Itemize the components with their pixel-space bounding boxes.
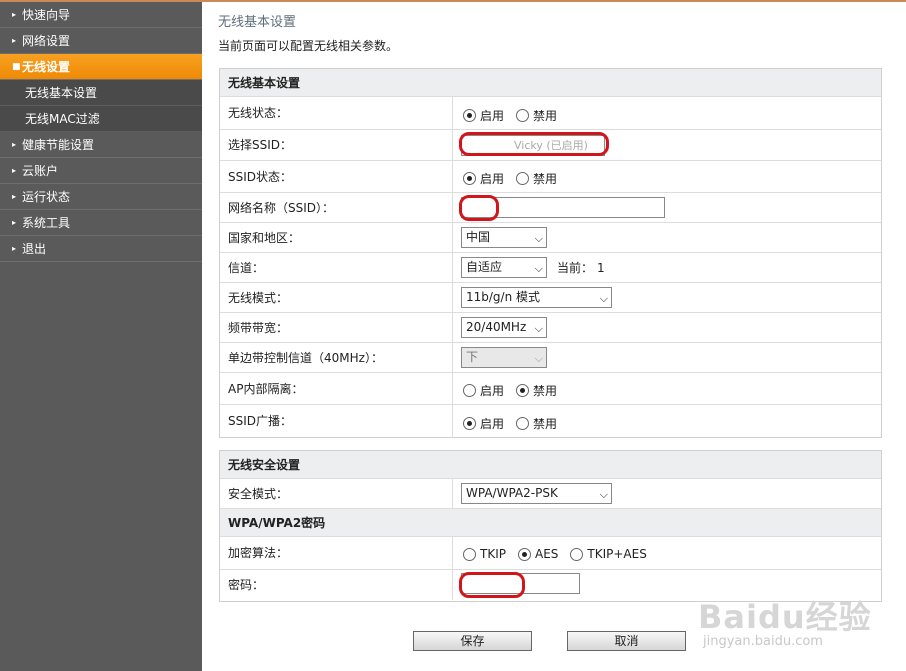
wireless-mode-select[interactable]: 11b/g/n 模式 ⌵ (461, 287, 612, 308)
field-label: 单边带控制信道（40MHz）： (228, 351, 383, 365)
sidebar-item-network[interactable]: ▸ 网络设置 (0, 28, 202, 54)
cipher-tkip-aes-radio[interactable] (570, 547, 584, 561)
chevron-down-icon: ⌵ (534, 322, 543, 335)
row-select-ssid: 选择SSID： Vicky (已启用) (220, 130, 881, 161)
field-label: 国家和地区： (228, 231, 301, 245)
field-label: 网络名称（SSID）： (228, 201, 335, 215)
current-channel-label: 当前： (557, 261, 594, 275)
sidebar-subitem-wireless-basic[interactable]: 无线基本设置 (0, 80, 202, 106)
sidebar-item-power-saving[interactable]: ▸ 健康节能设置 (0, 132, 202, 158)
field-label: 信道： (228, 261, 265, 275)
wireless-disable-radio[interactable] (516, 109, 530, 122)
row-security-mode: 安全模式： WPA/WPA2-PSK ⌵ (220, 479, 881, 509)
field-label: AP内部隔离： (228, 382, 304, 396)
arrow-right-icon: ▸ (12, 10, 17, 19)
wireless-enable-radio[interactable] (463, 109, 476, 122)
field-label: SSID广播： (228, 414, 293, 428)
row-channel: 信道： 自适应 ⌵ 当前： 1 (220, 253, 881, 283)
arrow-right-icon: ▸ (12, 244, 17, 253)
sidebar-item-wireless[interactable]: ■ 无线设置 (0, 54, 202, 80)
cancel-button[interactable]: 取消 (567, 631, 686, 651)
watermark: Baidu经验 jingyan.baidu.com (695, 592, 895, 662)
panel-header: 无线安全设置 (220, 451, 881, 479)
field-label: 安全模式： (228, 487, 289, 501)
save-button[interactable]: 保存 (413, 631, 532, 651)
ssid-disable-radio[interactable] (516, 172, 530, 185)
page-title: 无线基本设置 (218, 15, 297, 30)
square-bullet-icon: ■ (12, 62, 21, 72)
sidebar-item-status[interactable]: ▸ 运行状态 (0, 184, 202, 210)
wireless-basic-panel: 无线基本设置 无线状态： 启用 禁用 选择SSID： Vicky (已启用) S… (219, 68, 882, 438)
country-select[interactable]: 中国 ⌵ (461, 227, 547, 248)
row-wireless-status: 无线状态： 启用 禁用 (220, 97, 881, 130)
row-ssid-name: 网络名称（SSID）： (220, 193, 881, 223)
chevron-down-icon: ⌵ (599, 292, 608, 305)
watermark-url: jingyan.baidu.com (703, 634, 823, 649)
watermark-logo: Baidu经验 (698, 598, 872, 636)
current-channel-value: 1 (597, 261, 605, 275)
field-label: 选择SSID： (228, 138, 293, 152)
sidebar-item-system-tools[interactable]: ▸ 系统工具 (0, 210, 202, 236)
sidebar-subitem-mac-filter[interactable]: 无线MAC过滤 (0, 106, 202, 132)
arrow-right-icon: ▸ (12, 140, 17, 149)
sidebar-item-cloud-account[interactable]: ▸ 云账户 (0, 158, 202, 184)
arrow-right-icon: ▸ (12, 192, 17, 201)
row-bandwidth: 频带带宽： 20/40MHz ⌵ (220, 313, 881, 343)
field-label: 无线状态： (228, 106, 289, 120)
ssid-enable-radio[interactable] (463, 172, 476, 185)
sidebar: ▸ 快速向导 ▸ 网络设置 ■ 无线设置 无线基本设置 无线MAC过滤 ▸ 健康节能设置… (0, 2, 202, 671)
cipher-tkip-radio[interactable] (463, 547, 476, 561)
field-label: 频带带宽： (228, 321, 289, 335)
row-ssid-broadcast: SSID广播： 启用 禁用 (220, 405, 881, 438)
field-label: 加密算法： (228, 546, 289, 560)
security-mode-select[interactable]: WPA/WPA2-PSK ⌵ (461, 483, 612, 504)
channel-select[interactable]: 自适应 ⌵ (461, 257, 547, 278)
chevron-down-icon: ⌵ (599, 488, 608, 501)
annotation-circle (459, 572, 525, 598)
row-country: 国家和地区： 中国 ⌵ (220, 223, 881, 253)
annotation-circle (459, 195, 499, 221)
annotation-circle (459, 132, 609, 156)
field-label: SSID状态： (228, 170, 293, 184)
field-label: 密码： (228, 578, 265, 592)
arrow-right-icon: ▸ (12, 166, 17, 175)
row-sideband: 单边带控制信道（40MHz）： 下 ⌵ (220, 343, 881, 373)
arrow-right-icon: ▸ (12, 218, 17, 227)
sidebar-item-quick-guide[interactable]: ▸ 快速向导 (0, 2, 202, 28)
sideband-select[interactable]: 下 ⌵ (461, 347, 547, 368)
field-label: 无线模式： (228, 291, 289, 305)
bandwidth-select[interactable]: 20/40MHz ⌵ (461, 317, 547, 338)
arrow-right-icon: ▸ (12, 36, 17, 45)
sidebar-item-logout[interactable]: ▸ 退出 (0, 236, 202, 262)
panel-subheader: WPA/WPA2密码 (220, 509, 881, 537)
main-content: 无线基本设置 当前页面可以配置无线相关参数。 无线基本设置 无线状态： 启用 禁… (202, 2, 906, 671)
wireless-security-panel: 无线安全设置 安全模式： WPA/WPA2-PSK ⌵ WPA/WPA2密码 加密… (219, 450, 882, 602)
row-ssid-status: SSID状态： 启用 禁用 (220, 161, 881, 193)
row-ap-isolation: AP内部隔离： 启用 禁用 (220, 373, 881, 405)
broadcast-disable-radio[interactable] (516, 417, 530, 430)
page-description: 当前页面可以配置无线相关参数。 (218, 39, 399, 53)
ap-isolation-enable-radio[interactable] (463, 384, 476, 397)
row-wireless-mode: 无线模式： 11b/g/n 模式 ⌵ (220, 283, 881, 313)
broadcast-enable-radio[interactable] (463, 417, 476, 430)
panel-header: 无线基本设置 (220, 69, 881, 97)
row-cipher: 加密算法： TKIP AES TKIP+AES (220, 537, 881, 570)
chevron-down-icon: ⌵ (534, 262, 543, 275)
cipher-aes-radio[interactable] (517, 547, 531, 561)
chevron-down-icon: ⌵ (534, 232, 543, 245)
ap-isolation-disable-radio[interactable] (516, 384, 530, 397)
chevron-down-icon: ⌵ (534, 352, 543, 365)
